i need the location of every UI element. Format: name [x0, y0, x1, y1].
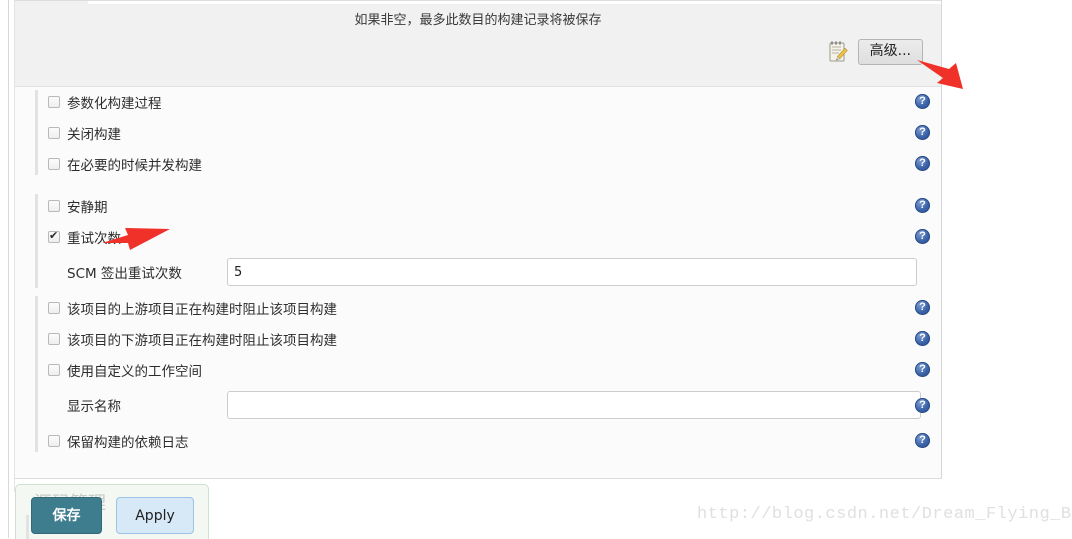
display-name-input[interactable] [227, 391, 921, 419]
field-label-display-name: 显示名称 [67, 399, 121, 415]
advanced-button[interactable]: 高级... [857, 39, 923, 66]
checkbox-block-downstream[interactable] [48, 332, 60, 345]
help-question-icon[interactable] [915, 300, 930, 315]
option-label-parameterized: 参数化构建过程 [67, 95, 162, 112]
option-label-concurrent-build: 在必要的时候并发构建 [67, 157, 202, 174]
checkbox-block-upstream[interactable] [48, 301, 60, 314]
build-records-description: 如果非空，最多此数目的构建记录将被保存 [354, 13, 602, 28]
option-label-disable-build: 关闭构建 [67, 126, 121, 143]
option-row-keep-dependency-log[interactable]: 保留构建的依赖日志 [15, 425, 941, 456]
option-row-quiet-period[interactable]: 安静期 [15, 190, 941, 221]
help-question-icon[interactable] [915, 229, 930, 244]
apply-button[interactable]: Apply [116, 497, 194, 534]
help-question-icon[interactable] [915, 433, 930, 448]
help-question-icon[interactable] [915, 397, 930, 413]
option-row-concurrent-build[interactable]: 在必要的时候并发构建 [15, 148, 941, 179]
jenkins-job-config-screen: 如果非空，最多此数目的构建记录将被保存 高级... 参数化构建过程 ? 关闭构建… [0, 0, 1072, 539]
build-config-panel: 如果非空，最多此数目的构建记录将被保存 高级... 参数化构建过程 ? 关闭构建… [15, 0, 942, 479]
page-left-gutter-line [8, 0, 9, 538]
options-list: 参数化构建过程 关闭构建 在必要的时候并发构建 [15, 86, 941, 456]
option-label-keep-dependency-log: 保留构建的依赖日志 [67, 434, 189, 451]
notepad-pencil-icon [826, 40, 850, 64]
help-question-icon[interactable] [915, 331, 930, 346]
scm-group-bar [26, 515, 29, 539]
option-group-3: 该项目的上游项目正在构建时阻止该项目构建 该项目的下游项目正在构建时阻止该项目构… [15, 292, 941, 456]
option-row-custom-workspace[interactable]: 使用自定义的工作空间 [15, 354, 941, 385]
advanced-row: 高级... [826, 39, 923, 66]
help-question-icon[interactable] [915, 94, 930, 109]
checkbox-parameterized-build[interactable] [48, 95, 60, 108]
option-row-block-downstream[interactable]: 该项目的下游项目正在构建时阻止该项目构建 [15, 323, 941, 354]
checkbox-concurrent-build[interactable] [48, 157, 60, 170]
option-group-1: 参数化构建过程 关闭构建 在必要的时候并发构建 [15, 86, 941, 179]
help-question-icon[interactable] [915, 125, 930, 140]
scm-retry-count-input[interactable] [227, 258, 917, 286]
help-question-icon[interactable] [915, 198, 930, 213]
checkbox-disable-build[interactable] [48, 126, 60, 139]
option-row-disable-build[interactable]: 关闭构建 [15, 117, 941, 148]
checkbox-retry-count[interactable] [48, 229, 60, 243]
help-question-icon[interactable] [915, 156, 930, 171]
save-button[interactable]: 保存 [31, 497, 102, 534]
field-row-scm-retry: SCM 签出重试次数 [15, 252, 941, 292]
panel-header-notch [88, 1, 941, 4]
help-question-icon[interactable] [915, 362, 930, 377]
option-label-quiet-period: 安静期 [67, 199, 108, 216]
option-row-retry-count[interactable]: 重试次数 [15, 221, 941, 252]
option-label-retry-count: 重试次数 [67, 230, 121, 247]
panel-header-block: 如果非空，最多此数目的构建记录将被保存 高级... [15, 0, 941, 87]
option-row-parameterized[interactable]: 参数化构建过程 [15, 86, 941, 117]
form-action-buttons: 保存 Apply [31, 497, 194, 534]
checkbox-keep-dependency-log[interactable] [48, 434, 60, 447]
option-group-2: 安静期 重试次数 SCM 签出重试次数 [15, 190, 941, 292]
field-row-display-name: 显示名称 [15, 385, 941, 425]
option-label-block-upstream: 该项目的上游项目正在构建时阻止该项目构建 [67, 301, 337, 318]
option-label-custom-workspace: 使用自定义的工作空间 [67, 363, 202, 380]
checkbox-custom-workspace[interactable] [48, 363, 60, 376]
option-label-block-downstream: 该项目的下游项目正在构建时阻止该项目构建 [67, 332, 337, 349]
option-row-block-upstream[interactable]: 该项目的上游项目正在构建时阻止该项目构建 [15, 292, 941, 323]
checkbox-quiet-period[interactable] [48, 199, 60, 212]
blog-watermark: http://blog.csdn.net/Dream_Flying_BJ [697, 505, 1072, 524]
field-label-scm-retry: SCM 签出重试次数 [67, 266, 182, 282]
